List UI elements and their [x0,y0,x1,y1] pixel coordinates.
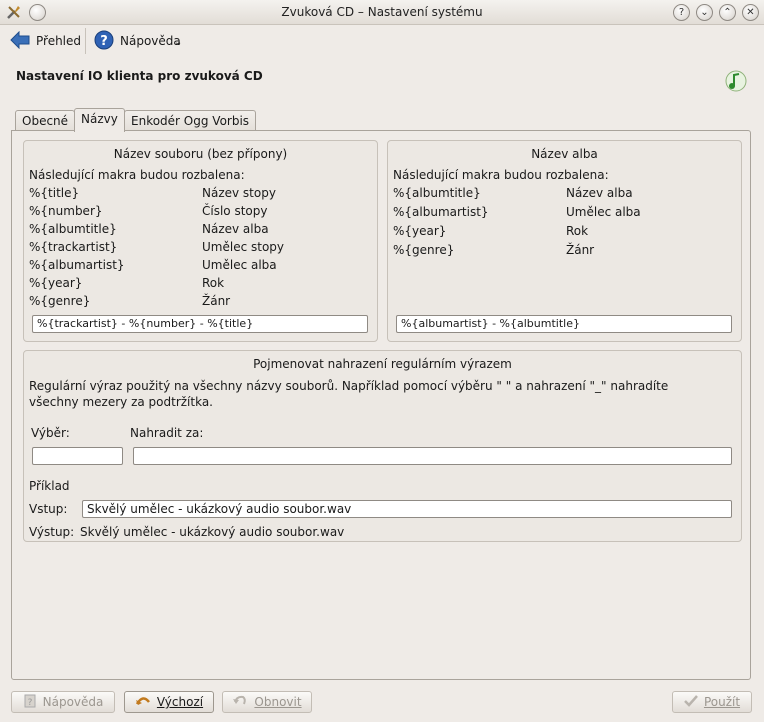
macro-code: %{year} [393,224,447,238]
tab-general[interactable]: Obecné [15,110,76,131]
macro-description: Název alba [202,222,269,236]
output-label: Výstup: [29,525,75,539]
macro-description: Rok [566,224,589,238]
macro-code: %{trackartist} [29,240,118,254]
macro-description: Umělec alba [566,205,641,219]
replace-label: Nahradit za: [130,426,204,440]
macro-code: %{genre} [29,294,91,308]
macro-description: Název alba [566,186,633,200]
tab-ogg-vorbis-encoder[interactable]: Enkodér Ogg Vorbis [124,110,257,131]
filename-group-title: Název souboru (bez přípony) [113,147,288,161]
defaults-button[interactable]: Výchozí [124,691,214,713]
help-icon[interactable]: ? [673,4,690,21]
svg-text:?: ? [27,698,32,708]
macro-description: Umělec alba [202,258,277,272]
tab-general-label: Obecné [22,114,69,128]
regex-description: Regulární výraz použitý na všechny názvy… [29,379,669,409]
maximize-icon[interactable]: ⌃ [719,4,736,21]
apply-button-label: Použít [703,695,741,709]
reset-icon [232,694,248,711]
macro-code: %{albumtitle} [29,222,117,236]
macro-code: %{year} [29,276,83,290]
window-title: Zvuková CD – Nastavení systému [281,5,483,19]
toolbar: Přehled ? Nápověda ⌄ [0,25,764,57]
macro-description: Číslo stopy [202,204,268,218]
help-book-icon: ? [23,694,37,711]
input-label: Vstup: [29,502,68,516]
minimize-icon[interactable]: ⌄ [696,4,713,21]
macro-code: %{title} [29,186,80,200]
selection-label: Výběr: [31,426,70,440]
page-title: Nastavení IO klienta pro zvuková CD [16,69,263,83]
help-circle-icon: ? [94,30,114,53]
help-button[interactable]: ? Nápověda [11,691,115,713]
album-group-title: Název alba [531,147,598,161]
filename-pattern-input[interactable]: %{trackartist} - %{number} - %{title} [32,315,368,333]
tab-names-label: Názvy [81,112,118,126]
filename-intro: Následující makra budou rozbalena: [29,168,245,182]
macro-code: %{albumartist} [393,205,489,219]
macro-description: Název stopy [202,186,276,200]
macro-description: Žánr [566,243,595,257]
help-label: Nápověda [120,34,181,48]
macro-description: Žánr [202,294,231,308]
example-label: Příklad [29,479,70,493]
toolbar-separator [85,28,86,54]
tab-ogg-label: Enkodér Ogg Vorbis [131,114,250,128]
defaults-icon [135,694,151,711]
overview-button[interactable]: Přehled [10,29,81,53]
selection-input[interactable] [32,447,123,465]
help-menu-button[interactable]: ? Nápověda [94,29,181,53]
svg-text:?: ? [100,34,108,49]
example-input[interactable]: Skvělý umělec - ukázkový audio soubor.wa… [82,500,732,518]
macro-code: %{genre} [393,243,455,257]
output-value: Skvělý umělec - ukázkový audio soubor.wa… [80,525,345,539]
macro-description: Rok [202,276,225,290]
reset-button-label: Obnovit [254,695,302,709]
checkmark-icon [684,694,698,711]
macro-description: Umělec stopy [202,240,285,254]
macro-code: %{albumtitle} [393,186,481,200]
macro-code: %{albumartist} [29,258,125,272]
regex-group-title: Pojmenovat nahrazení regulárním výrazem [253,357,512,371]
chevron-down-icon[interactable]: ⌄ [174,37,182,48]
macro-code: %{number} [29,204,103,218]
overview-label: Přehled [36,34,82,48]
album-intro: Následující makra budou rozbalena: [393,168,609,182]
back-arrow-icon [10,30,30,52]
audio-cd-icon [724,69,748,96]
close-icon[interactable]: ✕ [742,4,759,21]
tab-names[interactable]: Názvy [74,108,125,132]
defaults-button-label: Výchozí [156,695,204,709]
help-button-label: Nápověda [42,695,104,709]
reset-button[interactable]: Obnovit [222,691,312,713]
apply-button[interactable]: Použít [672,691,752,713]
album-pattern-input[interactable]: %{albumartist} - %{albumtitle} [396,315,732,333]
title-bar: Zvuková CD – Nastavení systému ? ⌄ ⌃ ✕ [0,0,764,25]
replace-input[interactable] [133,447,732,465]
